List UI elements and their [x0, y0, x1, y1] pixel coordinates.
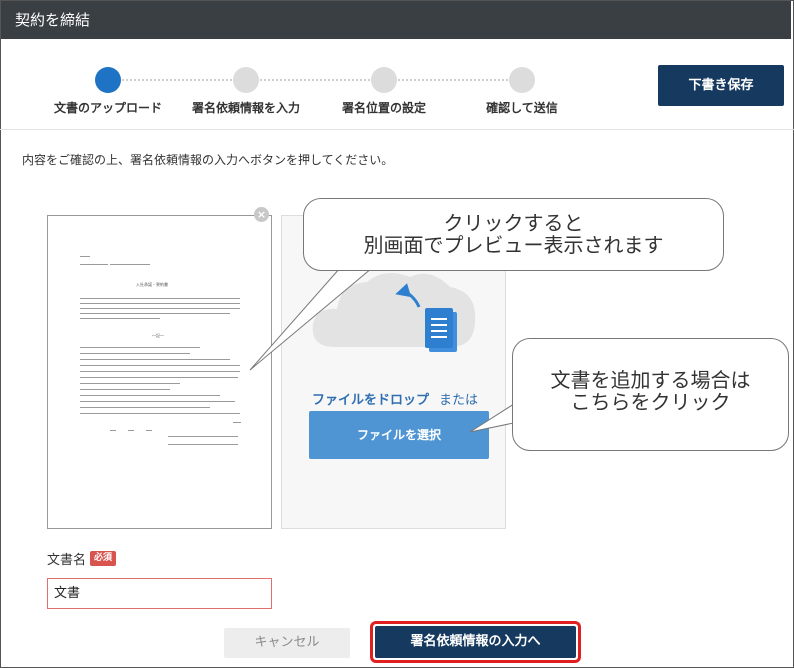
document-name-label: 文書名 [47, 553, 87, 568]
document-preview-thumbnail[interactable]: 入社承諾・誓約書 ―記― [47, 215, 272, 529]
document-name-input[interactable]: 文書 [47, 578, 272, 609]
cancel-button[interactable]: キャンセル [224, 628, 350, 658]
save-draft-button[interactable]: 下書き保存 [658, 65, 784, 106]
document-section-title: ―記― [152, 333, 164, 338]
step-connector [260, 79, 370, 81]
progress-stepper: 文書のアップロード 署名依頼情報を入力 署名位置の設定 確認して送信 下書き保存 [0, 40, 794, 130]
document-heading: 入社承諾・誓約書 [136, 282, 168, 287]
cloud-upload-icon [312, 273, 476, 352]
step-label-confirm: 確認して送信 [486, 101, 558, 115]
required-badge: 必須 [90, 551, 117, 566]
preview-callout: クリックすると 別画面でプレビュー表示されます [303, 198, 724, 271]
step-label-signature-position: 署名位置の設定 [341, 101, 426, 115]
step-label-upload: 文書のアップロード [53, 101, 162, 115]
preview-callout-line2: 別画面でプレビュー表示されます [363, 233, 664, 257]
drop-label: ファイルをドロップ [312, 393, 430, 408]
step-dot-signature-position [371, 67, 397, 93]
add-callout-line1: 文書を追加する場合は [550, 368, 751, 392]
preview-callout-line1: クリックすると [443, 211, 584, 235]
step-dot-request-info [233, 67, 259, 93]
remove-document-icon[interactable]: × [254, 207, 269, 222]
step-label-request-info: 署名依頼情報を入力 [191, 101, 300, 115]
step-connector [122, 79, 232, 81]
instruction-text: 内容をご確認の上、署名依頼情報の入力へボタンを押してください。 [22, 153, 394, 167]
proceed-to-request-info-button[interactable]: 署名依頼情報の入力へ [375, 626, 576, 658]
or-label: または [439, 393, 479, 408]
add-callout-line2: こちらをクリック [570, 390, 731, 414]
step-dot-confirm [509, 67, 535, 93]
drop-hint: ファイルをドロップ または [312, 389, 478, 408]
add-document-callout: 文書を追加する場合は こちらをクリック [512, 338, 789, 451]
select-file-button[interactable]: ファイルを選択 [309, 411, 489, 459]
window-title: 契約を締結 [1, 1, 791, 39]
step-dot-upload [95, 67, 121, 93]
step-connector [398, 79, 508, 81]
